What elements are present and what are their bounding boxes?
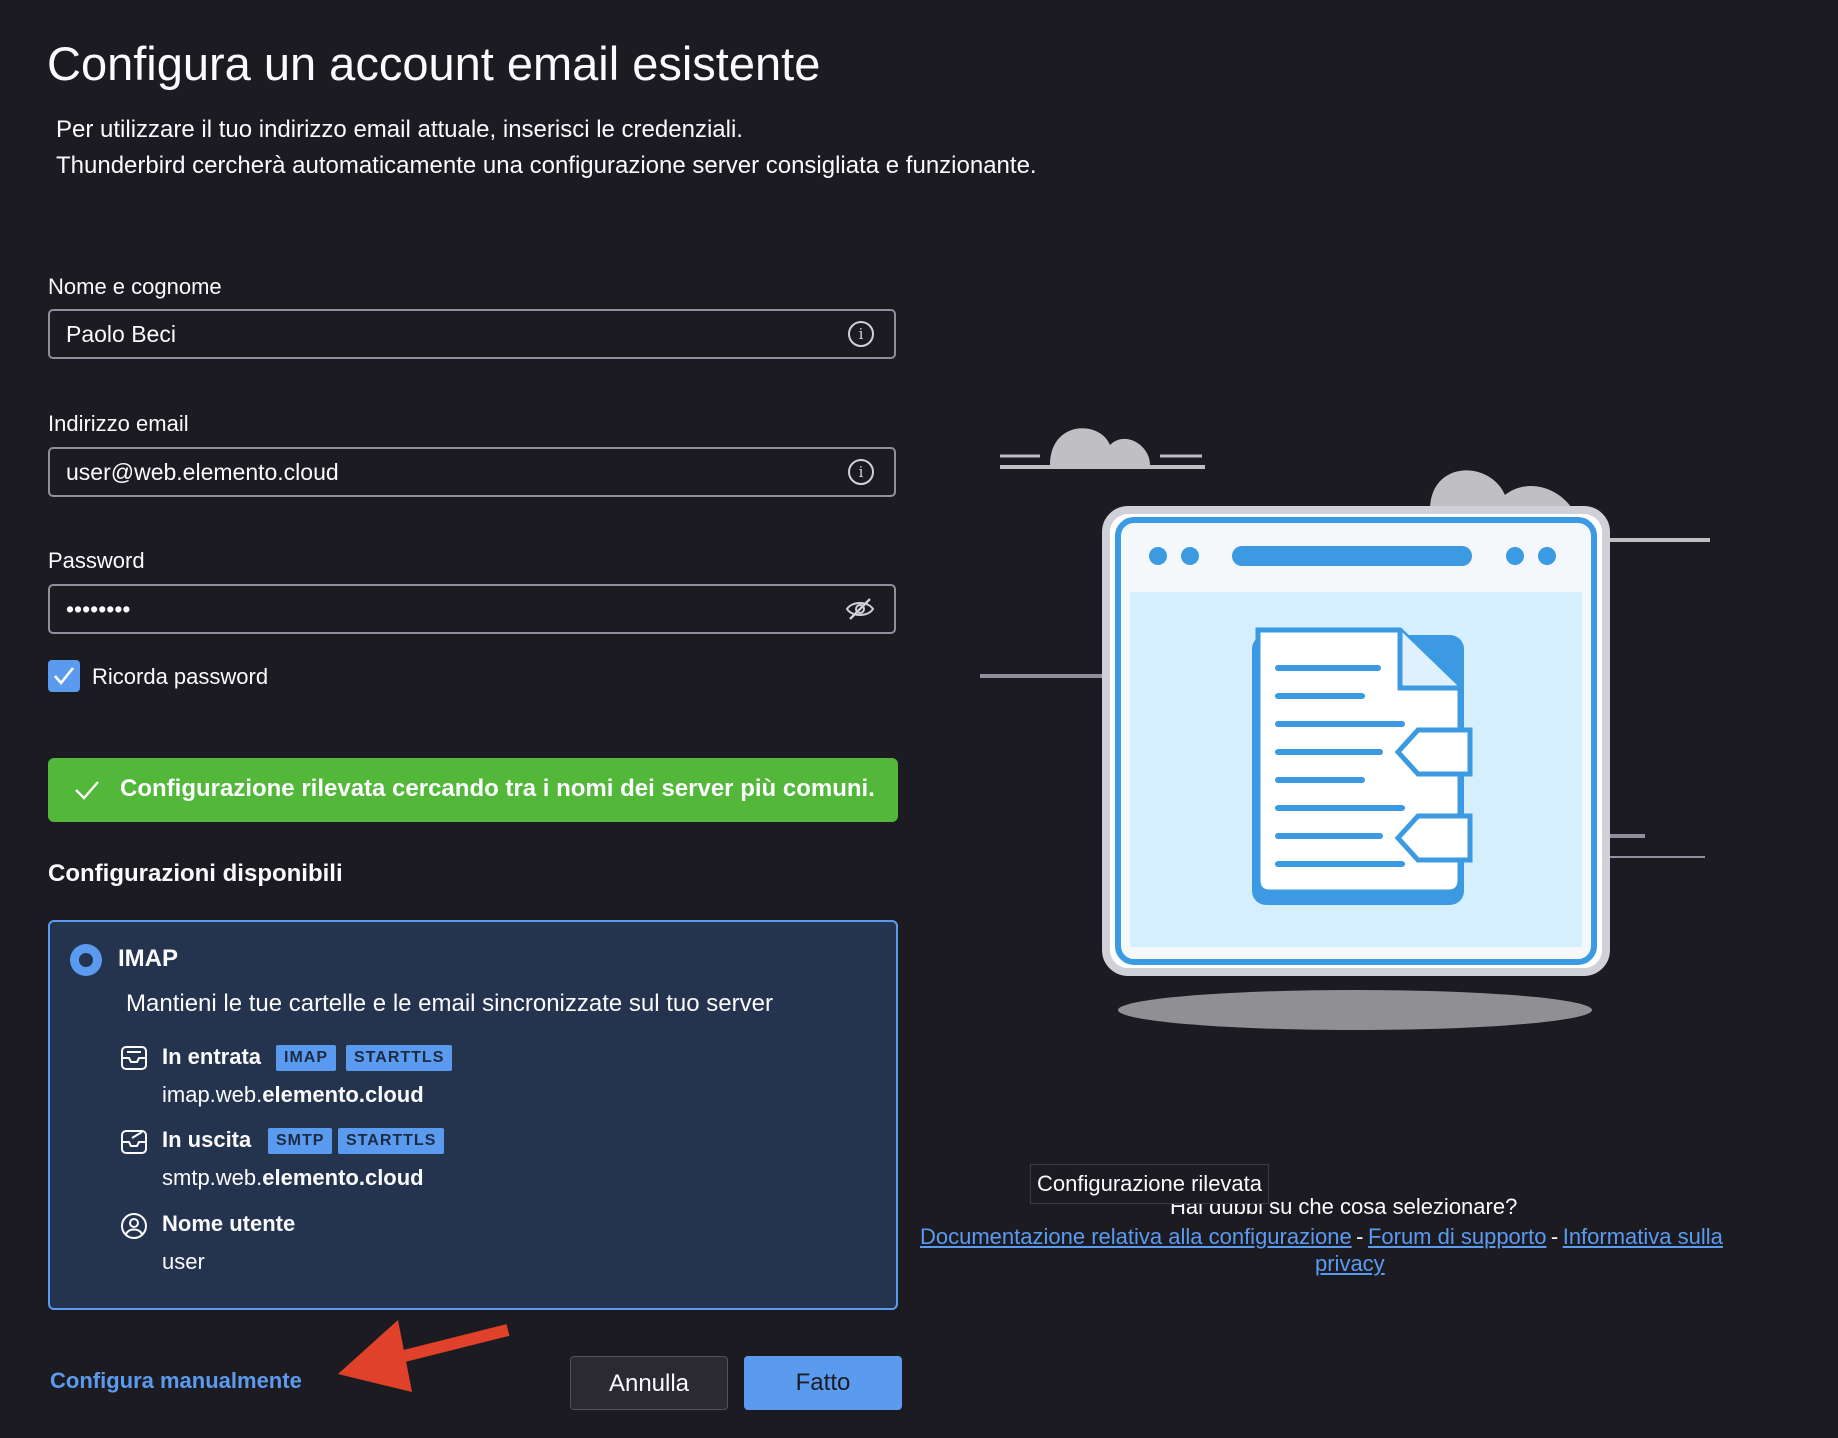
support-forum-link[interactable]: Forum di supporto xyxy=(1368,1224,1547,1249)
eye-slash-icon[interactable] xyxy=(844,596,876,622)
checkmark-icon xyxy=(54,667,75,686)
password-label: Password xyxy=(48,548,145,573)
incoming-security-badge: STARTTLS xyxy=(346,1045,453,1071)
email-field-wrapper: i xyxy=(48,447,896,497)
privacy-link[interactable]: privacy xyxy=(1315,1251,1385,1276)
done-button[interactable]: Fatto xyxy=(744,1356,902,1410)
incoming-protocol-badge: IMAP xyxy=(276,1045,336,1071)
user-icon xyxy=(121,1213,147,1239)
success-banner: Configurazione rilevata cercando tra i n… xyxy=(48,758,898,822)
password-field-wrapper xyxy=(48,584,896,634)
help-links-row: Documentazione relativa alla configurazi… xyxy=(920,1224,1723,1250)
remember-password-checkbox[interactable] xyxy=(48,660,80,692)
docs-link[interactable]: Documentazione relativa alla configurazi… xyxy=(920,1224,1352,1249)
name-field-wrapper: i xyxy=(48,309,896,359)
red-arrow-annotation xyxy=(338,1320,510,1392)
page-title: Configura un account email esistente xyxy=(47,37,821,90)
outbox-icon xyxy=(121,1130,147,1154)
outgoing-label: In uscita xyxy=(162,1127,252,1152)
password-input[interactable] xyxy=(66,586,846,632)
privacy-link[interactable]: Informativa sulla xyxy=(1563,1224,1723,1249)
cancel-button[interactable]: Annulla xyxy=(570,1356,728,1410)
success-message: Configurazione rilevata cercando tra i n… xyxy=(120,775,875,802)
username-value: user xyxy=(162,1249,205,1274)
email-input[interactable] xyxy=(66,449,846,495)
imap-radio[interactable] xyxy=(70,944,102,976)
outgoing-protocol-badge: SMTP xyxy=(268,1128,333,1154)
outgoing-security-badge: STARTTLS xyxy=(338,1128,445,1154)
configs-heading: Configurazioni disponibili xyxy=(48,860,343,887)
inbox-icon xyxy=(121,1046,147,1070)
info-icon[interactable]: i xyxy=(848,321,874,347)
check-icon xyxy=(75,781,99,800)
privacy-link-continued: privacy xyxy=(1315,1251,1385,1277)
incoming-host: imap.web.elemento.cloud xyxy=(162,1082,424,1107)
separator: - xyxy=(1550,1224,1559,1249)
configure-manually-link[interactable]: Configura manualmente xyxy=(50,1368,302,1394)
name-label: Nome e cognome xyxy=(48,274,222,299)
outgoing-host: smtp.web.elemento.cloud xyxy=(162,1165,424,1190)
config-illustration xyxy=(980,428,1710,1030)
info-icon[interactable]: i xyxy=(848,459,874,485)
config-description: Mantieni le tue cartelle e le email sinc… xyxy=(126,990,773,1017)
name-input[interactable] xyxy=(66,311,846,357)
config-title: IMAP xyxy=(118,945,178,972)
imap-config-option[interactable]: IMAP Mantieni le tue cartelle e le email… xyxy=(48,920,898,1310)
remember-password-label[interactable]: Ricorda password xyxy=(92,664,268,690)
username-label: Nome utente xyxy=(162,1211,296,1236)
separator: - xyxy=(1356,1224,1364,1249)
page-subtitle-line1: Per utilizzare il tuo indirizzo email at… xyxy=(56,116,743,143)
email-label: Indirizzo email xyxy=(48,411,189,436)
incoming-label: In entrata xyxy=(162,1044,262,1069)
page-subtitle-line2: Thunderbird cercherà automaticamente una… xyxy=(56,152,1037,179)
tooltip: Configurazione rilevata xyxy=(1030,1164,1270,1204)
